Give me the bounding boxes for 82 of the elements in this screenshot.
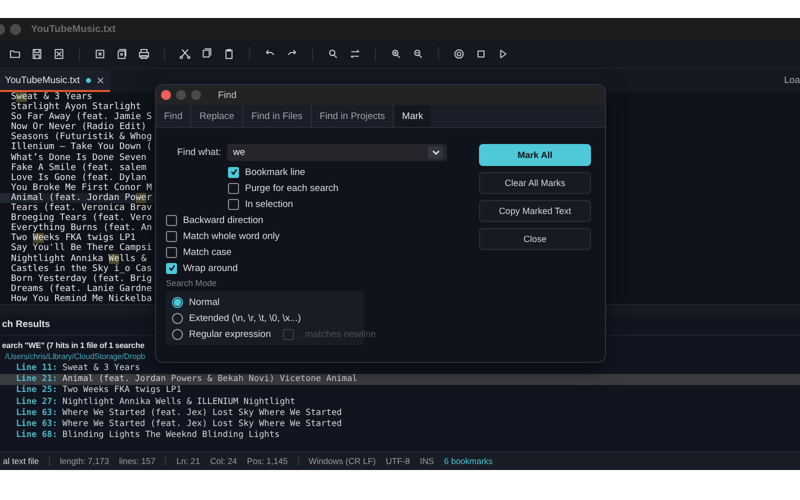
code-line: Starlight Ayon Starlight: [10, 102, 142, 112]
code-line: So Far Away (feat. Jamie S: [10, 112, 153, 122]
search-summary: earch "WE" (7 hits in 1 file of 1 searche: [2, 340, 144, 351]
dialog-button[interactable]: Close: [479, 228, 591, 250]
file-path: /Users/chris/Library/CloudStorage/Dropb: [5, 351, 146, 363]
result-text: Two Weeks FKA twigs LP1: [62, 385, 182, 397]
check-icon: [230, 168, 238, 176]
dialog-button[interactable]: Clear All Marks: [479, 172, 591, 194]
code-line: What’s Done Is Done Seven: [10, 152, 148, 163]
option-checkbox[interactable]: Match case: [166, 244, 466, 260]
result-row[interactable]: Line 21: Animal (feat. Jordan Powers & Bekah Novi) Vicetone Animal: [0, 374, 800, 386]
mode-radio[interactable]: Normal: [172, 294, 220, 310]
code-line: Broeging Tears (feat. Vero: [10, 213, 153, 224]
result-row[interactable]: Line 11: Sweat & 3 Years: [0, 363, 800, 374]
code-line: Seasons (Futuristik & Whog: [10, 132, 153, 142]
status-item: Pos: 1,145: [247, 456, 288, 466]
dialog-tab[interactable]: Find in Files: [243, 105, 312, 127]
dialog-tab[interactable]: Mark: [394, 105, 432, 127]
code-line: Castles in the Sky i_o Cas: [10, 264, 153, 274]
dialog-tab[interactable]: Replace: [191, 105, 244, 127]
code-line: Nightlight Annika Wells &: [10, 254, 148, 264]
code-line: Tears (feat. Veronica Brav: [10, 203, 153, 214]
result-text: Where We Started (feat. Jex) Lost Sky Where We Started: [62, 408, 342, 419]
status-item: length: 7,173: [60, 456, 110, 466]
code-line: Born Yesterday (feat. Brig: [10, 274, 153, 284]
code-line: Love Is Gone (feat. Dylan: [10, 172, 148, 183]
line-number: Line 68:: [16, 430, 58, 442]
group-label: Search Mode: [166, 278, 218, 288]
line-number: Line 25:: [16, 385, 58, 397]
result-text: Sweat & 3 Years: [62, 363, 140, 374]
status-item: INS: [420, 456, 434, 466]
primary-button[interactable]: Mark All: [479, 144, 591, 166]
find-field[interactable]: we: [227, 144, 447, 161]
option-checkbox[interactable]: Bookmark line: [228, 164, 466, 180]
code-line: Say You'll Be There Campsi: [10, 243, 153, 254]
window-title: YouTubeMusic.txt: [31, 24, 116, 34]
line-number: Line 63:: [16, 408, 58, 419]
dialog-title: Find: [218, 90, 236, 100]
code-line: Illenium – Take You Down (: [10, 142, 153, 153]
code-line: Two Weeks FKA twigs LP1: [10, 233, 136, 244]
code-line: Sweat & 3 Years: [10, 92, 94, 102]
code-line: Dreams (feat. Lanie Gardne: [10, 284, 153, 294]
option-checkbox[interactable]: Purge for each search: [228, 180, 466, 196]
result-row[interactable]: Line 63: Where We Started (feat. Jex) Lost Sky Where We Started: [0, 408, 800, 419]
code-line: How You Remind Me Nickelba: [10, 294, 153, 304]
result-text: Blinding Lights The Weeknd Blinding Lights: [62, 430, 280, 442]
result-row[interactable]: Line 68: Blinding Lights The Weeknd Blinding Lights: [0, 430, 800, 442]
option-checkbox[interactable]: Match whole word only: [166, 228, 466, 244]
code-line: Now Or Never (Radio Edit): [10, 122, 146, 132]
dialog-button[interactable]: Copy Marked Text: [479, 200, 591, 222]
status-item: lines: 157: [119, 456, 156, 466]
close-control[interactable]: [161, 90, 171, 100]
option-checkbox[interactable]: Wrap around: [166, 260, 466, 276]
status-item: Ln: 21: [176, 456, 200, 466]
tab-label: Loa: [784, 75, 800, 86]
status-item: al text file: [3, 456, 39, 466]
dropdown-icon[interactable]: [428, 146, 443, 159]
status-item: UTF-8: [386, 456, 410, 466]
line-number: Line 21:: [16, 374, 58, 385]
result-row[interactable]: Line 25: Two Weeks FKA twigs LP1: [0, 385, 800, 397]
code-line: You Broke Me First Conor M: [10, 182, 153, 193]
file-tab[interactable]: YouTubeMusic.txt: [0, 70, 110, 92]
line-number: Line 27:: [16, 396, 58, 408]
status-item: Windows (CR LF): [308, 456, 376, 466]
line-number: Line 63:: [16, 418, 58, 430]
dialog-tab[interactable]: Find: [156, 105, 192, 127]
result-text: Nightlight Annika Wells & ILLENIUM Nightlight: [62, 396, 296, 408]
status-item: 6 bookmarks: [444, 456, 493, 466]
option-checkbox[interactable]: In selection: [228, 196, 466, 212]
code-line: Everything Burns (feat. An: [10, 223, 153, 234]
option-checkbox[interactable]: Backward direction: [166, 212, 466, 228]
print-icon[interactable]: [136, 46, 152, 62]
status-item: Col: 24: [210, 456, 238, 466]
code-line: Fake A Smile (feat. salem: [10, 162, 148, 173]
line-number: Line 11:: [16, 363, 58, 374]
field-label: Find what:: [176, 147, 221, 158]
result-row[interactable]: Line 27: Nightlight Annika Wells & ILLENIUM Nightlight: [0, 396, 800, 408]
result-text: Animal (feat. Jordan Powers & Bekah Novi) Vicetone Animal: [62, 374, 358, 386]
result-text: Where We Started (feat. Jex) Lost Sky Where We Started: [62, 418, 342, 430]
result-row[interactable]: Line 63: Where We Started (feat. Jex) Lost Sky Where We Started: [0, 418, 800, 430]
close-icon[interactable]: [96, 76, 104, 84]
check-icon: [168, 264, 176, 272]
